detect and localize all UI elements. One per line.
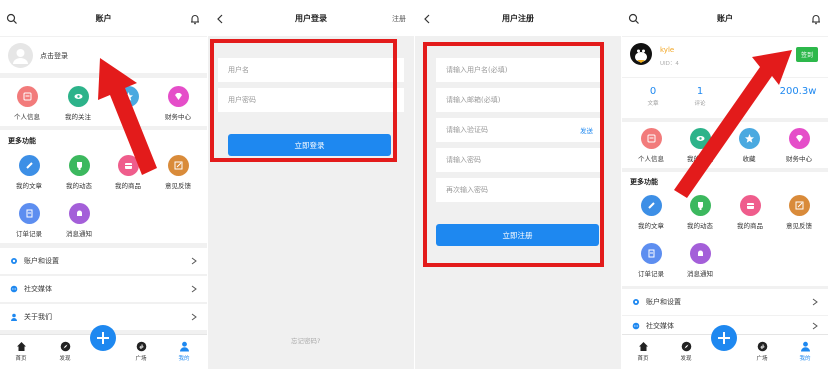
page-title: 用户注册 — [502, 13, 534, 23]
annotation-arrow — [98, 58, 157, 175]
forgot-password-link[interactable]: 忘记密码? — [291, 335, 320, 345]
highlight-box — [423, 42, 604, 267]
back-icon[interactable] — [421, 13, 433, 25]
back-icon[interactable] — [214, 13, 226, 25]
annotation-arrow — [674, 50, 792, 198]
profile-panel: 账户 kyle UID：4 签到 0 文章 1 评论 0 200.3w 个人信息 — [622, 0, 828, 369]
page-title: 用户登录 — [295, 13, 327, 23]
register-link[interactable]: 注册 — [392, 14, 406, 24]
register-header: 用户注册 — [415, 0, 621, 36]
register-panel: 用户注册 请输入用户名(必填) 请输入邮箱(必填) 请输入验证码 发送 请输入密… — [415, 0, 621, 369]
login-panel: 用户登录 注册 用户名 用户密码 立即登录 忘记密码? — [208, 0, 414, 369]
login-header: 用户登录 注册 — [208, 0, 414, 36]
account-panel: 账户 点击登录 个人信息 我的关注 收藏 财务中心 更多功能 我的文章 — [0, 0, 207, 369]
highlight-box — [210, 39, 397, 162]
